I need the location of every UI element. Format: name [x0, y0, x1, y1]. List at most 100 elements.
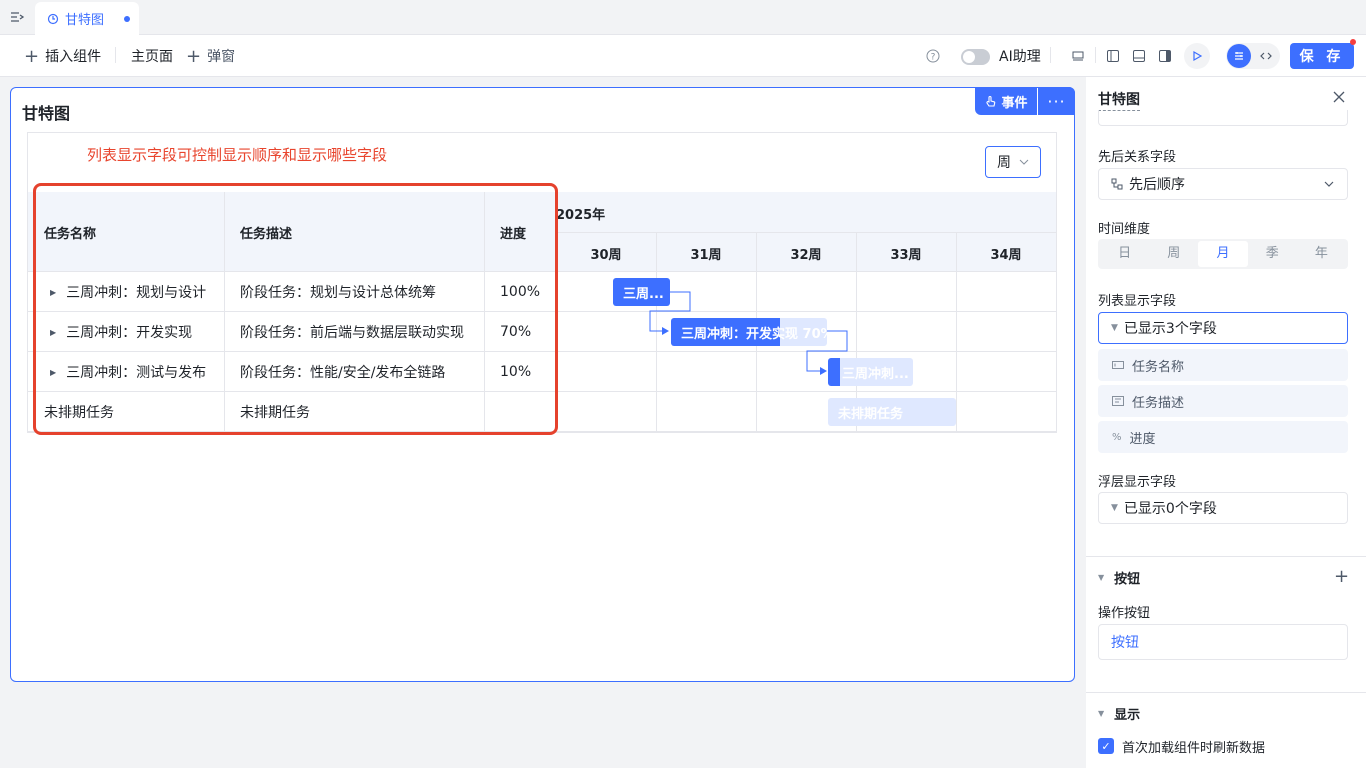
- run-icon[interactable]: [1184, 43, 1210, 69]
- bar-label: 三周...: [623, 286, 664, 302]
- sidebar-toggle-icon[interactable]: [9, 9, 25, 25]
- time-dimension-segmented: 日 周 月 季 年: [1098, 239, 1348, 269]
- display-section-header[interactable]: ▼ 显示: [1098, 704, 1140, 723]
- week-header: 33周: [890, 248, 922, 263]
- chevron-down-icon: [1019, 159, 1029, 165]
- event-button[interactable]: 事件: [975, 87, 1037, 115]
- timescale-value: 周: [997, 155, 1011, 171]
- dependency-select[interactable]: 先后顺序: [1098, 168, 1348, 200]
- button-section-header[interactable]: ▼ 按钮: [1098, 568, 1140, 587]
- float-fields-label: 浮层显示字段: [1098, 475, 1177, 490]
- popup-button[interactable]: + 弹窗: [186, 46, 236, 67]
- divider: [1050, 47, 1051, 63]
- close-icon[interactable]: [1332, 89, 1346, 108]
- refresh-label: 首次加载组件时刷新数据: [1122, 741, 1266, 756]
- plus-icon: +: [24, 45, 40, 67]
- week-header: 31周: [690, 248, 722, 263]
- divider: [1095, 47, 1096, 63]
- event-label: 事件: [1001, 95, 1028, 111]
- gantt-bar[interactable]: 三周冲刺：开发实现 70%: [671, 318, 827, 346]
- field-name: 任务名称: [1132, 359, 1185, 375]
- save-button[interactable]: 保 存: [1290, 43, 1354, 69]
- annotation-text: 列表显示字段可控制显示顺序和显示哪些字段: [87, 146, 388, 164]
- bottom-panel-icon[interactable]: [1128, 45, 1150, 67]
- textarea-field-icon: [1112, 396, 1124, 406]
- dependency-value: 先后顺序: [1129, 177, 1185, 193]
- field-icon: [1111, 178, 1123, 190]
- tab-title: 甘特图: [65, 13, 105, 28]
- help-icon[interactable]: ?: [922, 45, 944, 67]
- svg-text:?: ?: [931, 53, 936, 63]
- time-dimension-label: 时间维度: [1098, 222, 1151, 237]
- week-header: 34周: [990, 248, 1022, 263]
- code-view-icon[interactable]: [1254, 44, 1278, 68]
- ai-assistant-label: AI助理: [999, 47, 1041, 65]
- chevron-down-icon: [1324, 181, 1334, 187]
- time-dim-month[interactable]: 月: [1198, 241, 1248, 267]
- add-button-icon[interactable]: +: [1334, 566, 1349, 587]
- right-panel-icon[interactable]: [1154, 45, 1176, 67]
- unsaved-dot: [124, 15, 131, 22]
- tab-gantt[interactable]: 甘特图: [35, 2, 139, 35]
- gantt-bar[interactable]: 未排期任务: [828, 398, 956, 426]
- float-fields-value: 已显示0个字段: [1123, 501, 1217, 517]
- list-field-item[interactable]: 任务描述: [1098, 385, 1348, 417]
- divider: [115, 47, 116, 63]
- field-desc: 任务描述: [1132, 395, 1185, 411]
- list-field-item[interactable]: % 进度: [1098, 421, 1348, 453]
- home-page-label: 主页面: [131, 49, 173, 65]
- caret-down-icon: ▼: [1098, 709, 1105, 718]
- time-dim-week[interactable]: 周: [1149, 241, 1198, 267]
- dependency-label: 先后关系字段: [1098, 150, 1177, 165]
- action-button-item[interactable]: 按钮: [1098, 624, 1348, 660]
- gantt-bar[interactable]: 三周...: [613, 278, 670, 306]
- time-dim-quarter[interactable]: 季: [1248, 241, 1297, 267]
- caret-down-icon: ▼: [1098, 573, 1105, 582]
- list-fields-value: 已显示3个字段: [1123, 321, 1217, 337]
- week-header: 32周: [790, 248, 822, 263]
- action-button-value: 按钮: [1111, 635, 1139, 651]
- hand-pointer-icon: [986, 95, 996, 107]
- notification-dot: [1350, 39, 1356, 45]
- text-field-icon: [1112, 361, 1124, 369]
- week-header: 30周: [590, 248, 622, 263]
- divider: [1086, 692, 1366, 693]
- popup-label: 弹窗: [207, 49, 236, 65]
- timeline-year: 2025年: [556, 208, 606, 223]
- insert-component-label: 插入组件: [45, 49, 102, 65]
- more-options-icon[interactable]: ···: [1038, 87, 1075, 115]
- preview-mode-icon[interactable]: [1067, 45, 1089, 67]
- list-fields-label: 列表显示字段: [1098, 294, 1177, 309]
- tab-bar: [0, 0, 1366, 35]
- percent-field-icon: %: [1112, 431, 1122, 443]
- time-dim-year[interactable]: 年: [1297, 241, 1346, 267]
- refresh-checkbox[interactable]: ✓: [1098, 738, 1114, 754]
- left-panel-icon[interactable]: [1102, 45, 1124, 67]
- gantt-bar[interactable]: 三周冲刺...: [828, 358, 913, 386]
- float-fields-select[interactable]: ▼ 已显示0个字段: [1098, 492, 1348, 524]
- ai-label: AI助理: [999, 49, 1041, 65]
- caret-down-icon: ▼: [1111, 503, 1118, 513]
- caret-down-icon: ▼: [1111, 323, 1118, 333]
- insert-component-button[interactable]: + 插入组件: [24, 45, 102, 67]
- ai-assistant-toggle[interactable]: [961, 49, 990, 65]
- timescale-select[interactable]: 周: [985, 146, 1041, 178]
- field-progress: 进度: [1129, 431, 1156, 447]
- display-section-title: 显示: [1114, 708, 1141, 723]
- bar-label: 三周冲刺：开发实现 70%: [681, 326, 827, 342]
- home-page-button[interactable]: 主页面: [131, 47, 173, 65]
- bar-label: 未排期任务: [838, 406, 904, 422]
- divider: [956, 232, 957, 432]
- highlight-box: [33, 183, 558, 435]
- button-section-title: 按钮: [1114, 572, 1141, 587]
- panel-title: 甘特图: [1098, 89, 1140, 111]
- time-dim-day[interactable]: 日: [1100, 241, 1149, 267]
- previous-select-fragment[interactable]: [1098, 110, 1348, 126]
- save-label: 保 存: [1299, 49, 1345, 65]
- component-title: 甘特图: [22, 104, 71, 123]
- list-fields-select[interactable]: ▼ 已显示3个字段: [1098, 312, 1348, 344]
- settings-view-icon[interactable]: [1227, 44, 1251, 68]
- list-field-item[interactable]: 任务名称: [1098, 349, 1348, 381]
- bar-label: 三周冲刺...: [842, 366, 909, 382]
- divider: [1086, 556, 1366, 557]
